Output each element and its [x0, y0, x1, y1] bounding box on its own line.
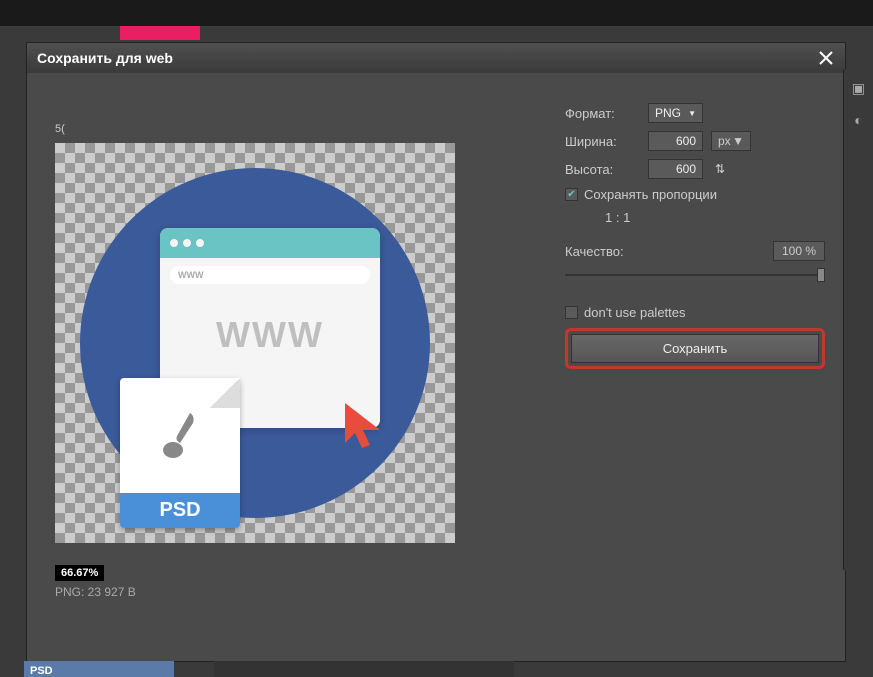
- brush-icon: [120, 408, 240, 473]
- app-topbar: [0, 0, 873, 26]
- zoom-info: 66.67% PNG: 23 927 B: [55, 563, 565, 599]
- save-for-web-dialog: Сохранить для web 5( WWW WWW: [26, 42, 846, 662]
- slider-track-line: [565, 274, 825, 276]
- dot-icon: [196, 239, 204, 247]
- chevron-down-icon: ▼: [688, 109, 696, 118]
- preview-canvas[interactable]: WWW WWW PSD: [55, 143, 455, 543]
- format-select[interactable]: PNG ▼: [648, 103, 703, 123]
- dot-icon: [170, 239, 178, 247]
- format-label: Формат:: [565, 106, 640, 121]
- quality-row: Качество: 100 %: [565, 241, 825, 261]
- bottom-thumbnails: PSD: [24, 661, 844, 677]
- palettes-checkbox[interactable]: ✔: [565, 306, 578, 319]
- format-row: Формат: PNG ▼: [565, 103, 825, 123]
- width-unit-select[interactable]: px ▼: [711, 131, 751, 151]
- width-row: Ширина: 600 px ▼: [565, 131, 825, 151]
- slider-handle[interactable]: [817, 268, 825, 282]
- artwork-browser-bar: [160, 228, 380, 258]
- artwork-circle: WWW WWW PSD: [80, 168, 430, 518]
- close-button[interactable]: [817, 49, 835, 67]
- dialog-header: Сохранить для web: [27, 43, 845, 73]
- settings-panel: Формат: PNG ▼ Ширина: 600 px ▼ Высота: 6…: [565, 73, 845, 661]
- quality-value[interactable]: 100 %: [773, 241, 825, 261]
- width-label: Ширина:: [565, 134, 640, 149]
- artwork-psd-file: PSD: [120, 378, 240, 528]
- eye-icon[interactable]: ◐: [845, 106, 873, 134]
- width-input[interactable]: 600: [648, 131, 703, 151]
- dialog-body: 5( WWW WWW: [27, 73, 845, 661]
- height-row: Высота: 600 ⇅: [565, 159, 825, 179]
- thumbnail-item[interactable]: [364, 661, 514, 677]
- file-size-info: PNG: 23 927 B: [55, 585, 565, 599]
- preview-panel: 5( WWW WWW: [27, 73, 565, 661]
- dot-icon: [183, 239, 191, 247]
- close-icon: [819, 51, 833, 65]
- dialog-title: Сохранить для web: [37, 50, 173, 66]
- keep-proportions-label: Сохранять пропорции: [584, 187, 717, 202]
- artwork-psd-label: PSD: [120, 493, 240, 528]
- height-input[interactable]: 600: [648, 159, 703, 179]
- height-label: Высота:: [565, 162, 640, 177]
- crop-icon[interactable]: ▣: [845, 74, 873, 102]
- quality-label: Качество:: [565, 244, 624, 259]
- aspect-ratio-text: 1 : 1: [605, 210, 825, 225]
- palettes-row: ✔ don't use palettes: [565, 305, 825, 320]
- artwork-addressbar: WWW: [170, 266, 370, 284]
- format-value: PNG: [655, 106, 681, 120]
- thumbnail-item[interactable]: [214, 661, 364, 677]
- save-button[interactable]: Сохранить: [571, 334, 819, 363]
- right-tool-panel: ▣ ◐: [843, 70, 873, 570]
- keep-proportions-row: ✔ Сохранять пропорции: [565, 187, 825, 202]
- app-accent: [120, 26, 200, 40]
- quality-slider[interactable]: [565, 265, 825, 285]
- fold-icon: [210, 378, 240, 408]
- keep-proportions-checkbox[interactable]: ✔: [565, 188, 578, 201]
- save-highlight: Сохранить: [565, 328, 825, 369]
- artwork-www-text: WWW: [160, 314, 380, 356]
- unit-value: px: [718, 134, 731, 148]
- chevron-down-icon: ▼: [732, 134, 744, 148]
- link-dimensions-icon[interactable]: ⇅: [711, 160, 729, 178]
- preview-corner-label: 5(: [55, 123, 565, 135]
- zoom-badge[interactable]: 66.67%: [55, 565, 104, 581]
- thumbnail-item[interactable]: PSD: [24, 661, 174, 677]
- palettes-label: don't use palettes: [584, 305, 686, 320]
